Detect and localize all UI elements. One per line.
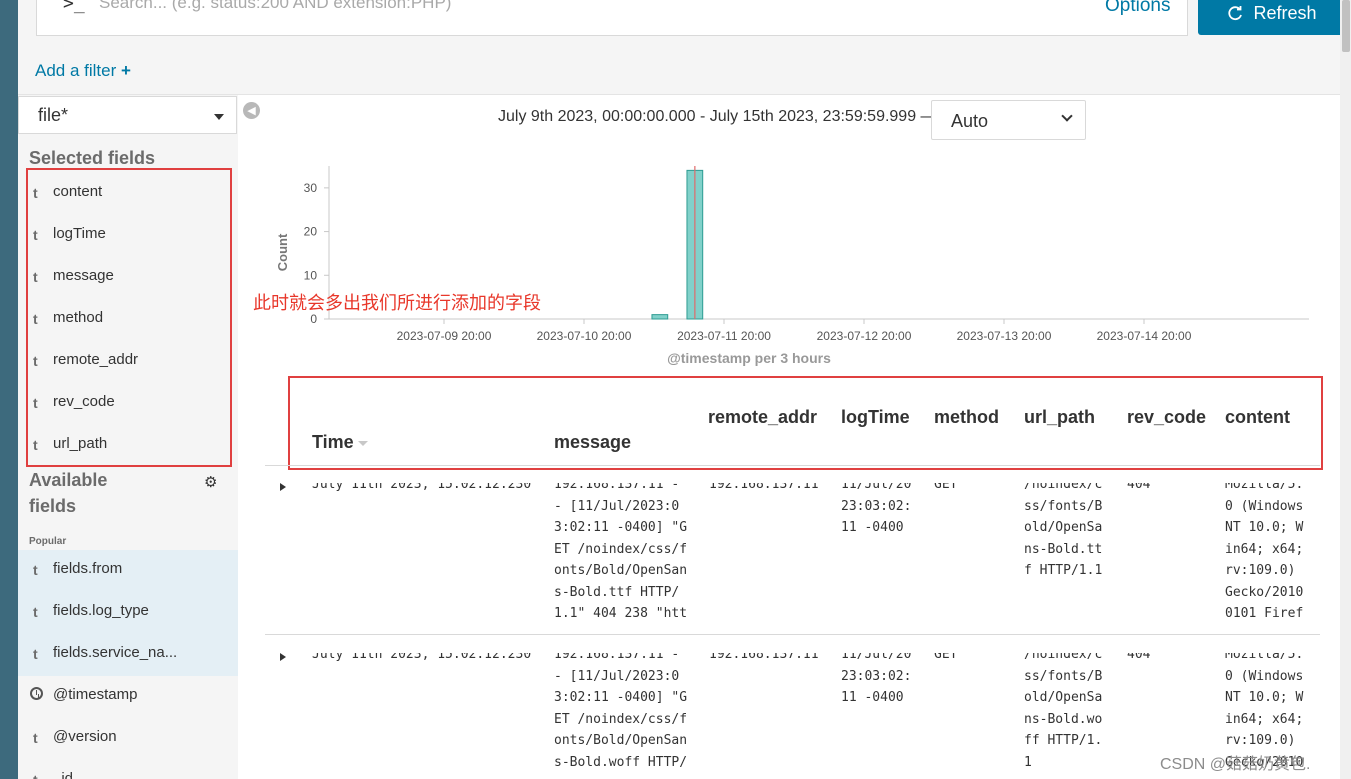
x-tick-label: 2023-07-10 20:00 <box>537 329 632 343</box>
column-header-content[interactable]: content <box>1225 407 1290 428</box>
page-scrollbar[interactable] <box>1340 0 1351 779</box>
cell-time: July 11th 2023, 15:02:12.230 <box>312 653 532 662</box>
add-filter-label: Add a filter <box>35 61 117 80</box>
interval-value: Auto <box>951 111 989 131</box>
cell-logtime: 11/Jul/20 23:03:02: 11 -0400 <box>841 653 912 705</box>
histogram-chart: 01020302023-07-09 20:00 2023-07-10 20:00 2… <box>275 166 1309 366</box>
column-header-method[interactable]: method <box>934 407 999 428</box>
query-bar: >_ Search... (e.g. status:200 AND extens… <box>18 0 1346 47</box>
field-name: _id <box>53 770 74 779</box>
field-name: fields.from <box>53 560 123 577</box>
search-box[interactable]: >_ Search... (e.g. status:200 AND extens… <box>36 0 1188 36</box>
cell-logtime: 11/Jul/20 23:03:02: 11 -0400 <box>841 483 912 535</box>
cell-remote-addr: 192.168.137.11 <box>709 483 819 492</box>
y-tick-label: 10 <box>304 268 318 282</box>
cell-message: 192.168.137.11 - - [11/Jul/2023:0 3:02:1… <box>554 653 688 770</box>
refresh-button[interactable]: Refresh <box>1198 0 1346 35</box>
cell-method: GET <box>934 483 958 492</box>
string-type-icon: t <box>33 772 38 779</box>
column-label: Time <box>312 432 354 452</box>
cell-method: GET <box>934 653 958 662</box>
popular-label: Popular <box>29 536 67 547</box>
annotation-text: 此时就会多出我们所进行添加的字段 <box>253 293 541 313</box>
options-link[interactable]: Options <box>1105 0 1170 17</box>
column-header-rev-code[interactable]: rev_code <box>1127 407 1206 428</box>
watermark-text: CSDN @菇菇奶黄包. <box>1160 756 1311 773</box>
available-fields-title-line1: Available <box>29 470 108 490</box>
search-input[interactable]: Search... (e.g. status:200 AND extension… <box>99 0 451 13</box>
x-tick-label: 2023-07-09 20:00 <box>397 329 492 343</box>
time-range-label: July 9th 2023, 00:00:00.000 - July 15th … <box>498 108 937 125</box>
gear-icon[interactable]: ⚙ <box>204 473 217 491</box>
clock-icon <box>30 687 43 700</box>
cell-remote-addr: 192.168.137.11 <box>709 653 819 662</box>
terminal-prompt-icon: >_ <box>63 0 85 14</box>
index-pattern-select[interactable]: file* <box>18 96 237 134</box>
cell-url-path: /noindex/c ss/fonts/B old/OpenSa ns-Bold… <box>1024 653 1103 770</box>
string-type-icon: t <box>33 562 38 578</box>
x-axis-label: @timestamp per 3 hours <box>667 350 831 366</box>
selected-fields-title: Selected fields <box>29 148 156 168</box>
expand-row-icon[interactable] <box>280 653 286 661</box>
left-nav-strip <box>0 0 18 779</box>
table-header-divider <box>265 465 1320 466</box>
expand-row-icon[interactable] <box>280 483 286 491</box>
row-divider <box>265 634 1320 635</box>
index-pattern-value: file* <box>38 105 69 125</box>
caret-down-icon <box>214 114 224 120</box>
histogram-bar <box>651 314 669 320</box>
cell-message: 192.168.137.11 - - [11/Jul/2023:0 3:02:1… <box>554 483 688 620</box>
field-timestamp[interactable]: @timestamp <box>18 676 238 718</box>
x-tick-label: 2023-07-14 20:00 <box>1097 329 1192 343</box>
cell-content: Mozilla/5. 0 (Windows NT 10.0; W in64; x… <box>1225 483 1304 620</box>
string-type-icon: t <box>33 730 38 746</box>
field-version[interactable]: t @version <box>18 718 238 760</box>
interval-select[interactable]: Auto <box>931 100 1086 140</box>
string-type-icon: t <box>33 604 38 620</box>
cell-rev-code: 404 <box>1127 483 1151 492</box>
field-id[interactable]: t _id <box>18 760 238 779</box>
add-filter-link[interactable]: Add a filter + <box>35 61 131 81</box>
string-type-icon: t <box>33 646 38 662</box>
column-header-message[interactable]: message <box>554 432 631 453</box>
y-tick-label: 30 <box>304 181 318 195</box>
kibana-discover-window: >_ Search... (e.g. status:200 AND extens… <box>0 0 1351 779</box>
field-name: @timestamp <box>53 686 138 703</box>
x-tick-label: 2023-07-13 20:00 <box>957 329 1052 343</box>
sort-icon[interactable] <box>357 440 368 446</box>
cell-time: July 11th 2023, 15:02:12.230 <box>312 483 532 492</box>
popular-field-from[interactable]: t fields.from <box>18 550 238 592</box>
column-header-logtime[interactable]: logTime <box>841 407 910 428</box>
plus-icon: + <box>121 61 131 80</box>
table-row[interactable]: July 11th 2023, 15:02:12.230 192.168.137… <box>265 483 1320 620</box>
x-tick-label: 2023-07-12 20:00 <box>817 329 912 343</box>
cell-url-path: /noindex/c ss/fonts/B old/OpenSa ns-Bold… <box>1024 483 1103 578</box>
field-name: fields.log_type <box>53 602 149 619</box>
y-axis-label: Count <box>275 233 290 271</box>
field-name: fields.service_na... <box>53 644 178 661</box>
collapse-sidebar-icon[interactable]: ◀ <box>243 102 260 119</box>
popular-field-service-name[interactable]: t fields.service_na... <box>18 634 238 676</box>
refresh-label: Refresh <box>1253 3 1317 23</box>
cell-rev-code: 404 <box>1127 653 1151 662</box>
column-header-remote-addr[interactable]: remote_addr <box>708 407 817 428</box>
chevron-down-icon <box>1061 110 1073 122</box>
column-header-url-path[interactable]: url_path <box>1024 407 1095 428</box>
popular-field-log-type[interactable]: t fields.log_type <box>18 592 238 634</box>
column-header-time[interactable]: Time <box>312 432 368 453</box>
filter-bar: Add a filter + <box>18 47 1340 95</box>
field-name: @version <box>53 728 117 745</box>
refresh-icon <box>1228 5 1243 20</box>
selected-fields-highlight <box>26 168 232 467</box>
available-fields-title-line2: fields <box>29 496 77 516</box>
scrollbar-thumb[interactable] <box>1342 0 1350 52</box>
x-tick-label: 2023-07-11 20:00 <box>677 329 771 343</box>
y-tick-label: 20 <box>304 225 318 239</box>
